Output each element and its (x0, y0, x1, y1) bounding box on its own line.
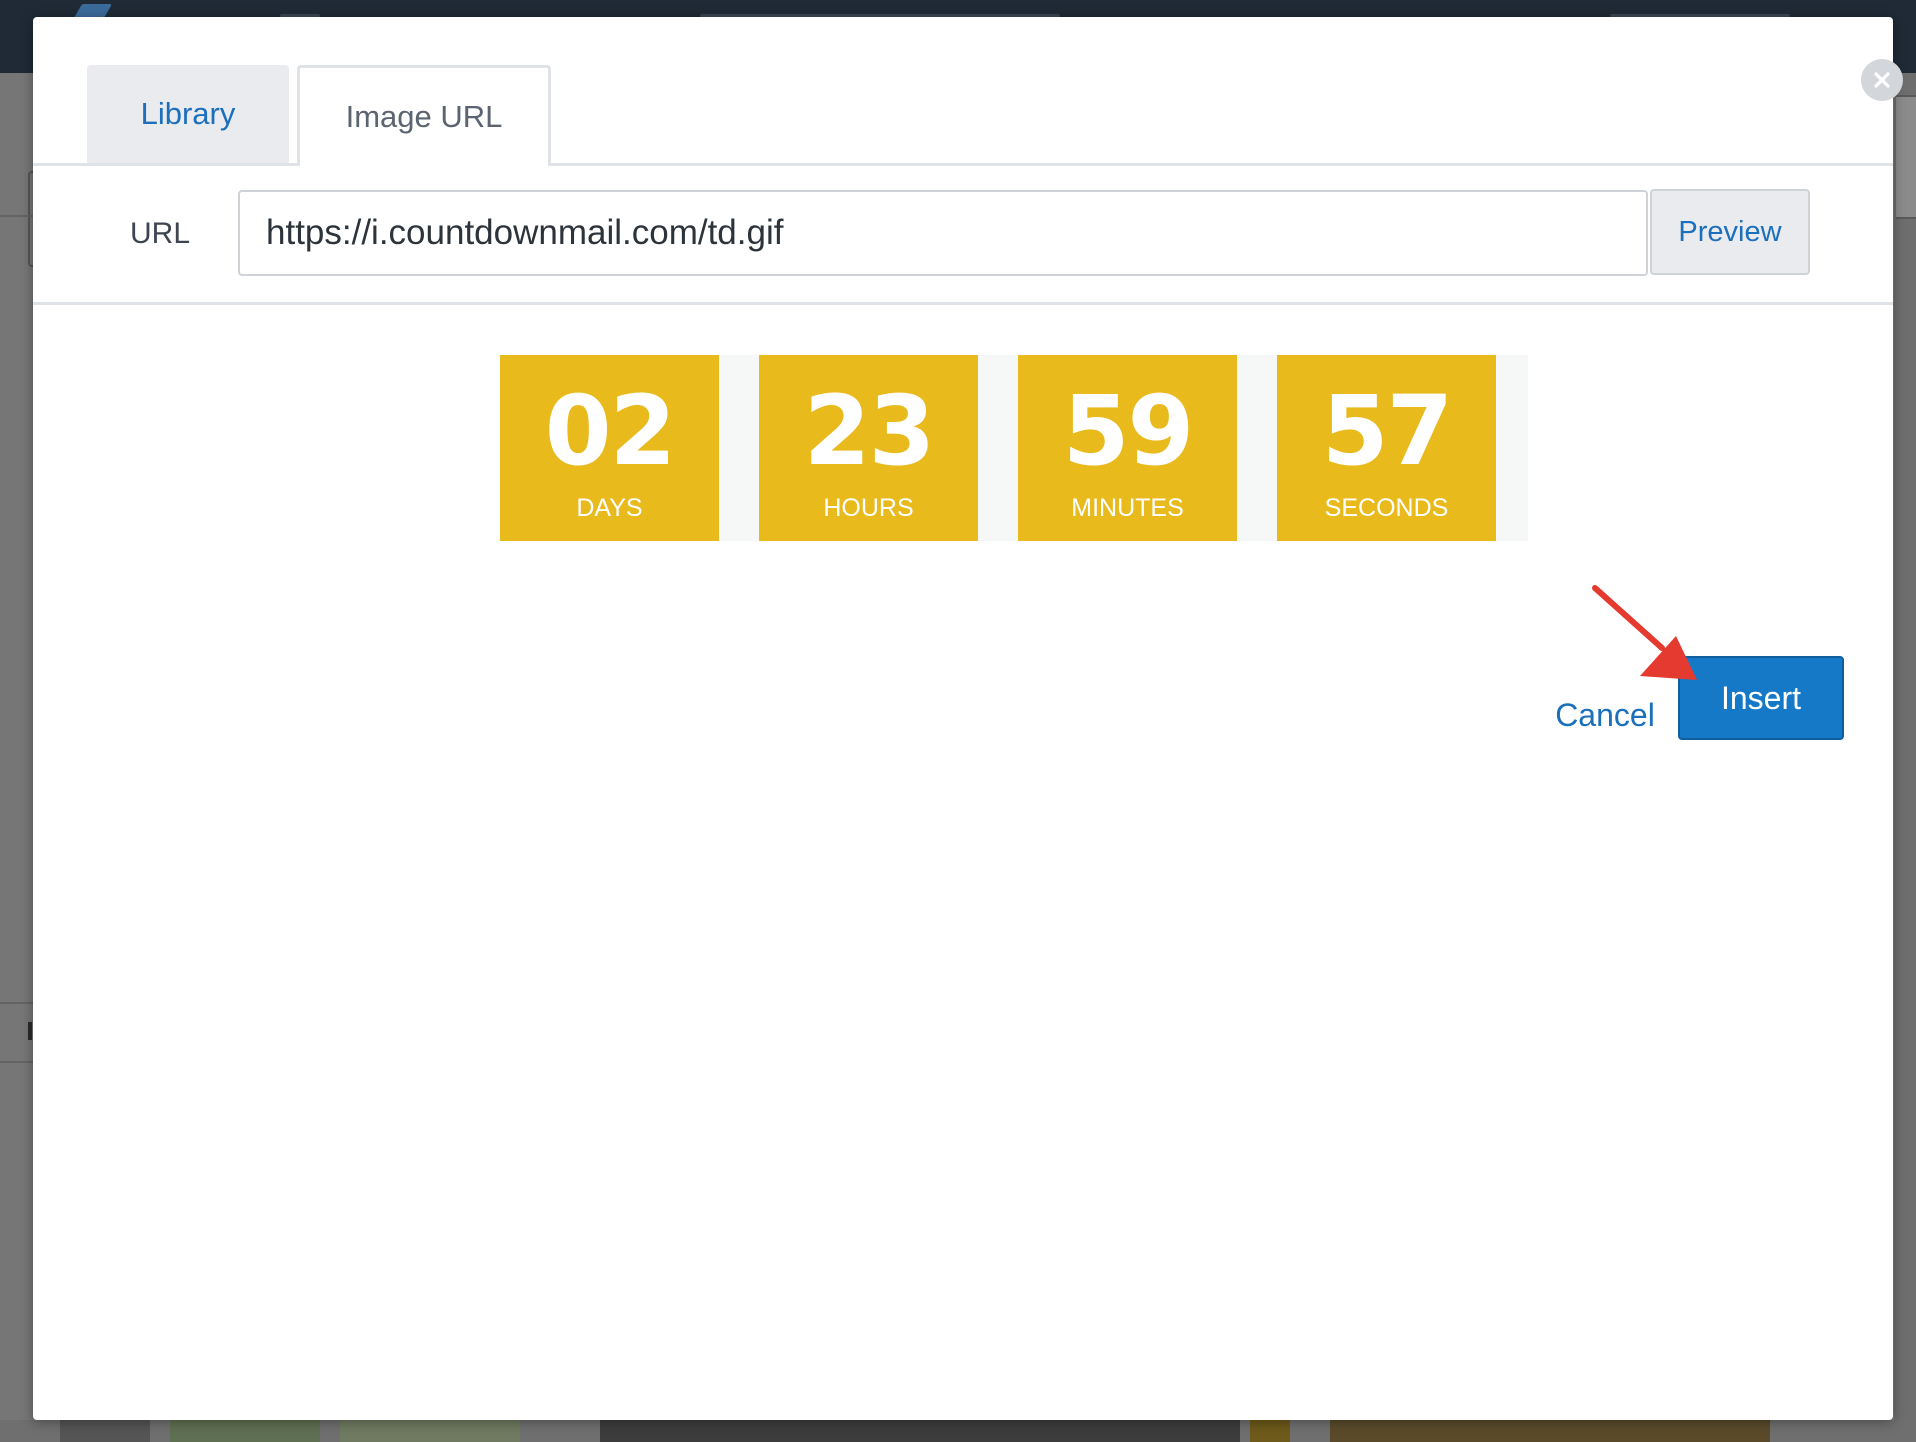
background-thumbnail (60, 1420, 150, 1442)
countdown-hours-label: HOURS (823, 494, 914, 522)
insert-button[interactable]: Insert (1678, 656, 1844, 740)
countdown-hours-value: 23 (803, 375, 936, 487)
url-label: URL (130, 217, 191, 250)
background-thumbnail (1330, 1420, 1770, 1442)
background-thumbnail (600, 1420, 1240, 1442)
tab-library[interactable]: Library (87, 65, 289, 163)
image-insert-dialog: Library Image URL URL Preview 02 DAYS 23… (33, 17, 1903, 1420)
countdown-minutes-value: 59 (1062, 375, 1195, 487)
background-thumbnail (170, 1420, 320, 1442)
background-right-panel (1894, 73, 1916, 1442)
countdown-days-label: DAYS (576, 494, 643, 522)
tab-image-url[interactable]: Image URL (297, 65, 551, 166)
countdown-seconds-label: SECONDS (1324, 494, 1449, 522)
countdown-seconds-box: 57 SECONDS (1277, 355, 1496, 541)
countdown-days-value: 02 (544, 375, 677, 487)
url-input[interactable] (238, 190, 1648, 276)
countdown-hours-box: 23 HOURS (759, 355, 978, 541)
countdown-days-box: 02 DAYS (500, 355, 719, 541)
dialog-tabs: Library Image URL (33, 17, 1893, 166)
background-thumbnail (340, 1420, 520, 1442)
background-mark (28, 1022, 32, 1040)
background-thumbnail (1250, 1420, 1290, 1442)
countdown-image-preview: 02 DAYS 23 HOURS 59 MINUTES 57 SECONDS (500, 355, 1528, 541)
background-logo (73, 4, 113, 18)
countdown-minutes-label: MINUTES (1071, 494, 1184, 522)
background-divider (0, 215, 33, 217)
background-left-panel (0, 73, 36, 1442)
url-row: URL Preview (33, 166, 1893, 305)
cancel-button[interactable]: Cancel (1530, 690, 1680, 740)
background-right-box (1896, 95, 1916, 219)
background-divider (0, 1061, 33, 1063)
background-bottom-strip (0, 1420, 1916, 1442)
countdown-minutes-box: 59 MINUTES (1018, 355, 1237, 541)
background-divider (0, 1002, 33, 1004)
preview-button[interactable]: Preview (1650, 189, 1810, 275)
countdown-seconds-value: 57 (1321, 375, 1454, 487)
